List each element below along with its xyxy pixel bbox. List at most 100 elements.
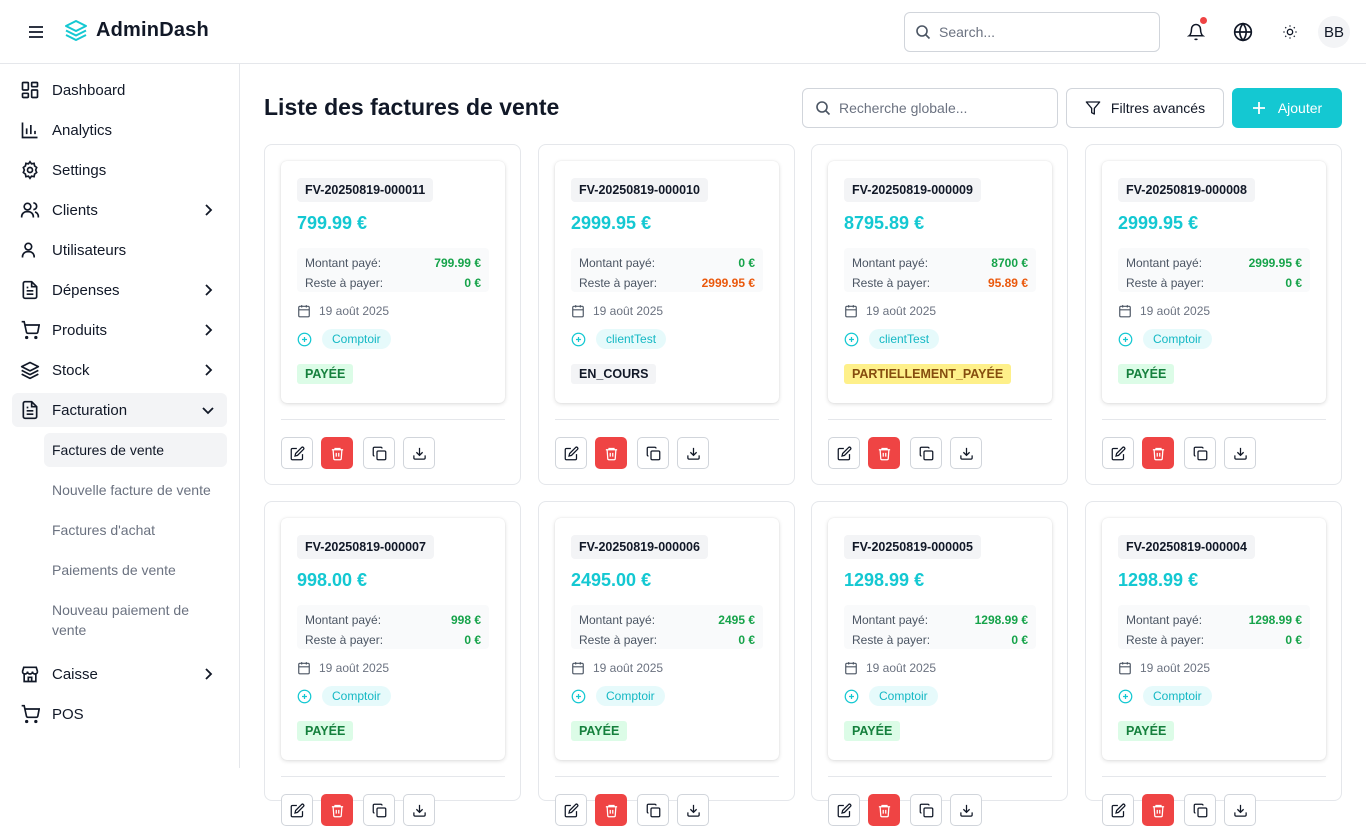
header-search[interactable] [904, 12, 1160, 52]
edit-button[interactable] [281, 437, 313, 469]
remaining-amount: 0 € [1011, 633, 1028, 647]
sidebar-item-stock[interactable]: Stock [12, 353, 227, 387]
sidebar-item-analytics[interactable]: Analytics [12, 113, 227, 147]
card-actions [1102, 794, 1256, 826]
status-badge: PAYÉE [844, 721, 901, 741]
card-divider [555, 419, 779, 420]
global-search-input[interactable] [839, 100, 1039, 116]
delete-button[interactable] [321, 437, 353, 469]
invoice-card-body[interactable]: FV-20250819-000005 1298.99 € Montant pay… [828, 518, 1052, 760]
invoice-card-body[interactable]: FV-20250819-000004 1298.99 € Montant pay… [1102, 518, 1326, 760]
payment-summary: Montant payé: 1298.99 € Reste à payer: 0… [1118, 605, 1310, 649]
sidebar-subitem-factures-de-vente[interactable]: Factures de vente [44, 433, 227, 467]
sidebar-item-clients[interactable]: Clients [12, 193, 227, 227]
sidebar-item-produits[interactable]: Produits [12, 313, 227, 347]
header-search-input[interactable] [939, 24, 1139, 40]
sidebar-subitem-factures-achat[interactable]: Factures d'achat [44, 513, 227, 547]
download-icon [412, 804, 426, 817]
invoice-client: clientTest [571, 329, 667, 349]
sidebar-subitem-paiements-de-vente[interactable]: Paiements de vente [44, 553, 227, 587]
invoice-card-body[interactable]: FV-20250819-000008 2999.95 € Montant pay… [1102, 161, 1326, 403]
delete-button[interactable] [595, 437, 627, 469]
delete-button[interactable] [868, 794, 900, 826]
invoice-date: 19 août 2025 [571, 661, 663, 675]
invoice-card-body[interactable]: FV-20250819-000011 799.99 € Montant payé… [281, 161, 505, 403]
trash-icon [1152, 447, 1164, 460]
remaining-row: Reste à payer: 0 € [305, 633, 481, 647]
invoice-card-body[interactable]: FV-20250819-000007 998.00 € Montant payé… [281, 518, 505, 760]
invoice-card-body[interactable]: FV-20250819-000006 2495.00 € Montant pay… [555, 518, 779, 760]
paid-row: Montant payé: 2495 € [579, 613, 755, 627]
download-button[interactable] [950, 794, 982, 826]
edit-button[interactable] [1102, 794, 1134, 826]
global-search[interactable] [802, 88, 1058, 128]
invoice-number: FV-20250819-000007 [297, 535, 434, 559]
sidebar-item-utilisateurs[interactable]: Utilisateurs [12, 233, 227, 267]
sidebar-subitem-nouveau-paiement[interactable]: Nouveau paiement de vente [44, 598, 214, 642]
download-button[interactable] [1224, 437, 1256, 469]
edit-button[interactable] [555, 437, 587, 469]
hamburger-menu-icon[interactable] [24, 20, 48, 44]
invoice-number: FV-20250819-000005 [844, 535, 981, 559]
duplicate-button[interactable] [910, 437, 942, 469]
invoice-card-body[interactable]: FV-20250819-000010 2999.95 € Montant pay… [555, 161, 779, 403]
paid-amount: 2999.95 € [1248, 256, 1302, 270]
download-icon [412, 447, 426, 460]
add-button[interactable]: Ajouter [1232, 88, 1342, 128]
advanced-filters-button[interactable]: Filtres avancés [1066, 88, 1224, 128]
remaining-amount: 2999.95 € [701, 276, 755, 290]
delete-button[interactable] [1142, 437, 1174, 469]
edit-button[interactable] [828, 437, 860, 469]
calendar-icon [845, 662, 857, 675]
app-logo[interactable]: AdminDash [64, 18, 209, 42]
download-button[interactable] [677, 437, 709, 469]
invoice-card-body[interactable]: FV-20250819-000009 8795.89 € Montant pay… [828, 161, 1052, 403]
chevron-down-icon [202, 407, 214, 415]
duplicate-button[interactable] [1184, 794, 1216, 826]
edit-button[interactable] [1102, 437, 1134, 469]
card-actions [555, 794, 709, 826]
notifications-button[interactable] [1180, 16, 1212, 48]
duplicate-button[interactable] [637, 437, 669, 469]
language-button[interactable] [1227, 16, 1259, 48]
duplicate-button[interactable] [363, 437, 395, 469]
calendar-icon [1119, 662, 1131, 675]
invoice-date-text: 19 août 2025 [866, 661, 937, 675]
edit-button[interactable] [281, 794, 313, 826]
download-button[interactable] [677, 794, 709, 826]
duplicate-button[interactable] [637, 794, 669, 826]
theme-toggle-button[interactable] [1274, 16, 1306, 48]
duplicate-button[interactable] [910, 794, 942, 826]
delete-button[interactable] [1142, 794, 1174, 826]
download-button[interactable] [403, 794, 435, 826]
add-label: Ajouter [1277, 100, 1323, 116]
paid-amount: 1298.99 € [1248, 613, 1302, 627]
copy-icon [919, 446, 933, 460]
chevron-right-icon [205, 284, 213, 296]
invoice-client: Comptoir [297, 329, 391, 349]
sidebar-item-settings[interactable]: Settings [12, 153, 227, 187]
delete-button[interactable] [321, 794, 353, 826]
invoice-number: FV-20250819-000008 [1118, 178, 1255, 202]
sidebar-item-depenses[interactable]: Dépenses [12, 273, 227, 307]
user-avatar[interactable]: BB [1318, 16, 1350, 48]
delete-button[interactable] [868, 437, 900, 469]
edit-button[interactable] [828, 794, 860, 826]
sidebar-item-pos[interactable]: POS [12, 697, 227, 731]
duplicate-button[interactable] [363, 794, 395, 826]
delete-button[interactable] [595, 794, 627, 826]
download-button[interactable] [1224, 794, 1256, 826]
sidebar-item-facturation[interactable]: Facturation [12, 393, 227, 427]
sidebar-subitem-nouvelle-facture[interactable]: Nouvelle facture de vente [44, 473, 227, 507]
invoice-card: FV-20250819-000009 8795.89 € Montant pay… [811, 144, 1068, 485]
sidebar-item-dashboard[interactable]: Dashboard [12, 73, 227, 107]
duplicate-button[interactable] [1184, 437, 1216, 469]
edit-button[interactable] [555, 794, 587, 826]
advanced-filters-label: Filtres avancés [1110, 100, 1206, 116]
trash-icon [878, 447, 890, 460]
chevron-right-icon [205, 324, 213, 336]
download-button[interactable] [950, 437, 982, 469]
sidebar-item-caisse[interactable]: Caisse [12, 657, 227, 691]
download-button[interactable] [403, 437, 435, 469]
remaining-row: Reste à payer: 0 € [305, 276, 481, 290]
